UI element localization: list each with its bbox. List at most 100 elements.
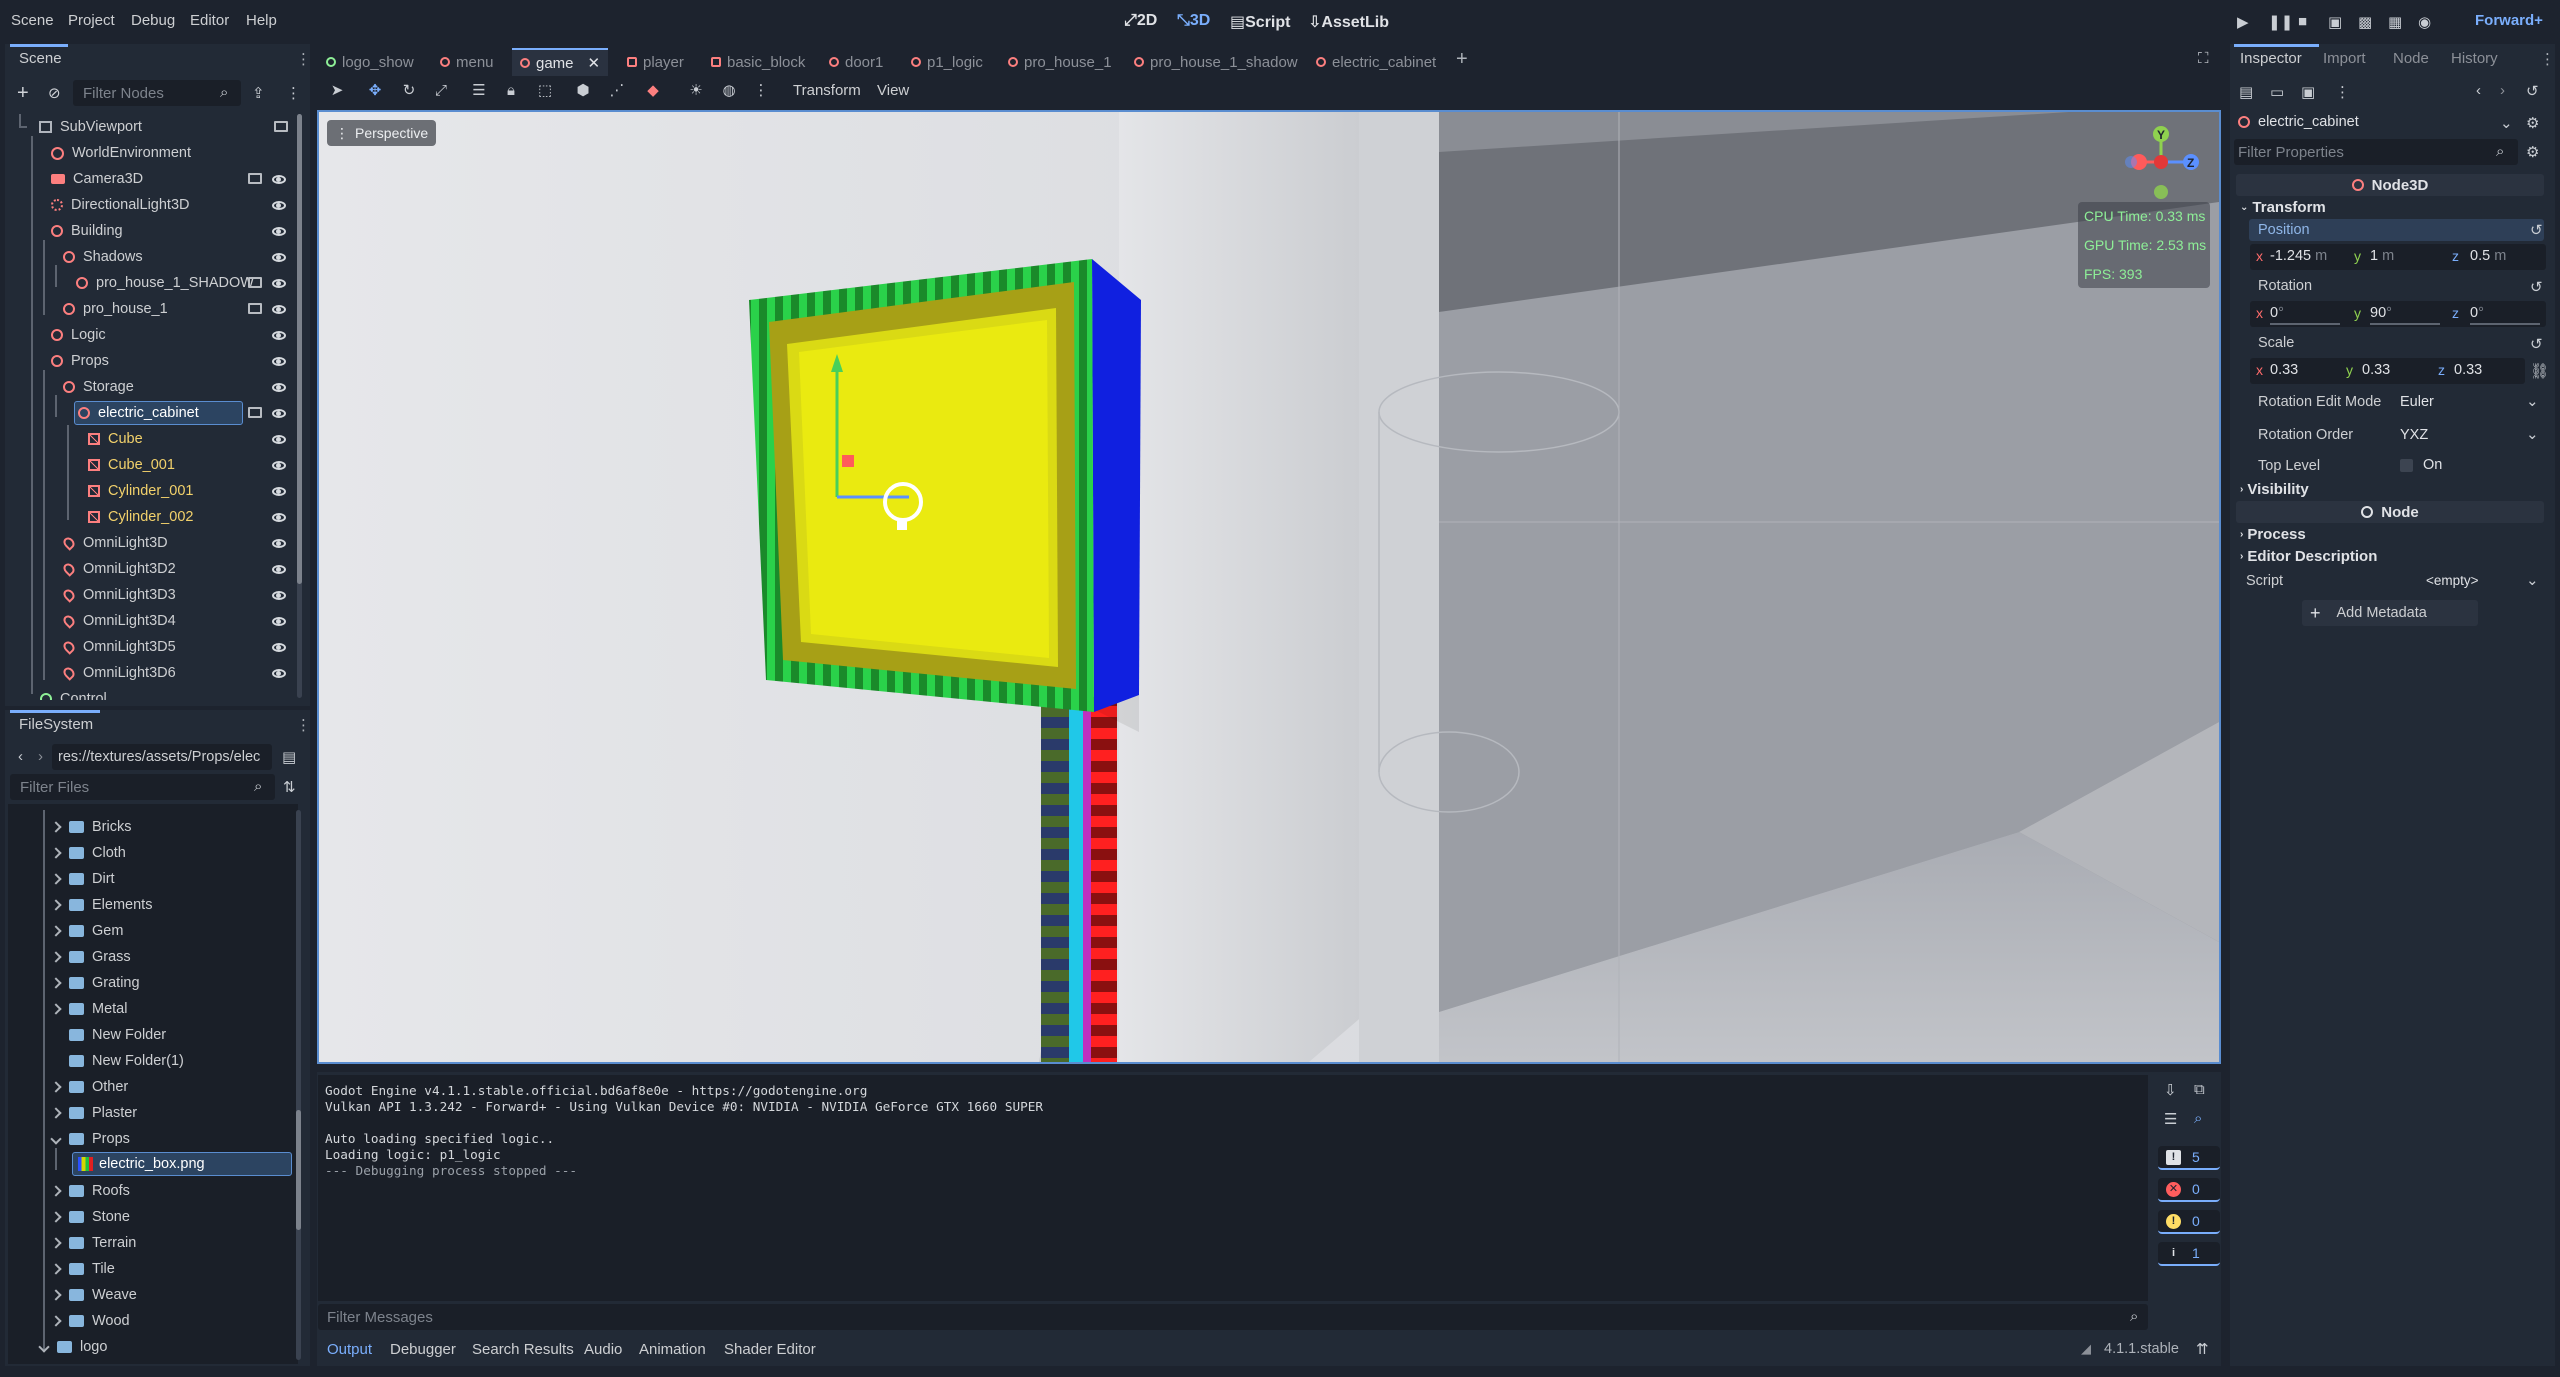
visibility-eye-icon[interactable]	[272, 383, 286, 392]
scene-node-omnilight3d5[interactable]: OmniLight3D5	[61, 634, 176, 660]
tab-basic-block[interactable]: basic_block	[711, 48, 805, 76]
scene-options-icon[interactable]: ⋮	[286, 84, 301, 102]
tab-audio[interactable]: Audio	[584, 1341, 622, 1358]
chevron-down-icon[interactable]: ⌄	[2500, 114, 2513, 132]
visibility-eye-icon[interactable]	[272, 227, 286, 236]
visibility-eye-icon[interactable]	[272, 487, 286, 496]
folder-wood[interactable]: Wood	[50, 1308, 130, 1334]
folder-weave[interactable]: Weave	[50, 1282, 137, 1308]
info-counter-button[interactable]: i1	[2158, 1242, 2220, 1266]
tab-p1-logic[interactable]: p1_logic	[911, 48, 983, 76]
close-tab-icon[interactable]: ✕	[588, 54, 601, 72]
scene-node-shadows[interactable]: Shadows	[63, 244, 143, 270]
load-resource-icon[interactable]: ▭	[2270, 83, 2284, 101]
visibility-eye-icon[interactable]	[272, 617, 286, 626]
scale-tool-icon[interactable]: ⤢	[432, 82, 450, 100]
transform-section[interactable]: ⌄ Transform	[2240, 199, 2326, 216]
filter-properties-input[interactable]: Filter Properties ⌕	[2234, 139, 2518, 165]
folder-logo[interactable]: logo	[38, 1334, 107, 1360]
folder-dirt[interactable]: Dirt	[50, 866, 115, 892]
class-header-node[interactable]: Node	[2236, 501, 2544, 523]
save-resource-icon[interactable]: ▣	[2301, 83, 2315, 101]
position-x-field[interactable]: -1.245 m	[2270, 248, 2327, 264]
split-mode-icon[interactable]: ▤	[282, 748, 296, 766]
visibility-eye-icon[interactable]	[272, 409, 286, 418]
link-icon[interactable]: ⊘	[48, 84, 61, 102]
rotate-tool-icon[interactable]: ↻	[400, 82, 418, 100]
script-icon[interactable]	[248, 173, 262, 184]
open-scene-icon[interactable]	[248, 303, 262, 314]
tab-game[interactable]: game ✕	[512, 48, 609, 76]
folder-tile[interactable]: Tile	[50, 1256, 115, 1282]
dock-menu-icon[interactable]: ⋮	[296, 50, 311, 68]
back-icon[interactable]: ‹	[18, 748, 23, 765]
select-tool-icon[interactable]: ➤	[328, 82, 346, 100]
scene-node-omnilight3d6[interactable]: OmniLight3D6	[61, 660, 176, 686]
error-counter-button[interactable]: ✕ 0	[2158, 1178, 2220, 1202]
rotation-x-slider[interactable]	[2270, 323, 2340, 325]
instance-scene-icon[interactable]: ⇪	[252, 84, 265, 102]
move-tool-icon[interactable]: ✥	[366, 82, 384, 100]
rotation-z-field[interactable]: 0°	[2470, 305, 2484, 321]
transform-menu[interactable]: Transform	[793, 82, 861, 99]
add-node-icon[interactable]: +	[17, 82, 29, 105]
folder-new-folder-1[interactable]: New Folder(1)	[69, 1048, 184, 1074]
sort-icon[interactable]: ⇅	[283, 778, 296, 796]
scene-node-camera3d[interactable]: Camera3D	[51, 166, 143, 192]
more-options-icon[interactable]: ⋮	[752, 82, 770, 100]
scene-node-directionallight3d[interactable]: DirectionalLight3D	[51, 192, 189, 218]
mode-2d-button[interactable]: ⤢2D	[1124, 12, 1157, 30]
tab-history[interactable]: History	[2451, 50, 2498, 67]
tab-electric-cabinet[interactable]: electric_cabinet	[1316, 48, 1436, 76]
scale-z-field[interactable]: 0.33	[2454, 362, 2482, 378]
snap-icon[interactable]: ⋰	[608, 82, 626, 100]
scene-scrollbar[interactable]	[297, 114, 302, 698]
copy-output-icon[interactable]: ⧉	[2194, 1081, 2205, 1098]
visibility-eye-icon[interactable]	[272, 669, 286, 678]
visibility-eye-icon[interactable]	[272, 279, 286, 288]
filter-files-input[interactable]: Filter Files ⌕	[10, 774, 275, 800]
add-metadata-button[interactable]: + Add Metadata	[2302, 600, 2478, 626]
reset-position-icon[interactable]: ↺	[2530, 221, 2543, 239]
rotation-x-field[interactable]: 0°	[2270, 305, 2284, 321]
visibility-eye-icon[interactable]	[272, 357, 286, 366]
script-icon[interactable]	[274, 121, 288, 132]
folder-props[interactable]: Props	[50, 1126, 130, 1152]
folder-grass[interactable]: Grass	[50, 944, 131, 970]
visibility-eye-icon[interactable]	[272, 175, 286, 184]
scene-node-omnilight3d4[interactable]: OmniLight3D4	[61, 608, 176, 634]
visibility-eye-icon[interactable]	[272, 539, 286, 548]
viewport-3d[interactable]: ⋮ Perspective Y Z CPU Time: 0.33 ms GPU …	[317, 110, 2221, 1064]
rotation-y-slider[interactable]	[2370, 323, 2440, 325]
mode-3d-button[interactable]: ⤡3D	[1177, 12, 1210, 30]
scene-node-control[interactable]: Control	[40, 686, 107, 700]
file-scrollbar[interactable]	[296, 810, 301, 1360]
rotation-y-field[interactable]: 90°	[2370, 305, 2392, 321]
remote-debug-icon[interactable]: ▣	[2328, 13, 2342, 31]
menu-help[interactable]: Help	[246, 12, 277, 29]
open-scene-icon[interactable]	[248, 407, 262, 418]
rotation-edit-mode-select[interactable]: Euler ⌄	[2396, 390, 2544, 416]
tab-shader-editor[interactable]: Shader Editor	[724, 1341, 816, 1358]
scene-node-storage[interactable]: Storage	[63, 374, 134, 400]
editor-description-section[interactable]: › Editor Description	[2240, 548, 2377, 565]
tab-import[interactable]: Import	[2323, 50, 2366, 67]
menu-editor[interactable]: Editor	[190, 12, 229, 29]
dock-menu-icon[interactable]: ⋮	[2540, 50, 2555, 68]
path-field[interactable]: res://textures/assets/Props/elec	[52, 744, 272, 770]
tab-search-results[interactable]: Search Results	[472, 1341, 574, 1358]
scene-node-electric-cabinet[interactable]: electric_cabinet	[78, 400, 199, 426]
tab-animation[interactable]: Animation	[639, 1341, 706, 1358]
visibility-eye-icon[interactable]	[272, 513, 286, 522]
rotation-z-slider[interactable]	[2470, 323, 2540, 325]
file-electric-box-png[interactable]: electric_box.png	[78, 1151, 205, 1177]
scene-node-building[interactable]: Building	[51, 218, 123, 244]
folder-grating[interactable]: Grating	[50, 970, 140, 996]
search-icon[interactable]: ⌕	[2194, 1110, 2202, 1127]
scene-node-subviewport[interactable]: SubViewport	[39, 114, 142, 140]
scene-node-omnilight3d3[interactable]: OmniLight3D3	[61, 582, 176, 608]
forward-icon[interactable]: ›	[38, 748, 43, 765]
local-space-icon[interactable]: ⬢	[574, 82, 592, 100]
history-back-icon[interactable]: ‹	[2476, 82, 2481, 99]
menu-project[interactable]: Project	[68, 12, 115, 29]
